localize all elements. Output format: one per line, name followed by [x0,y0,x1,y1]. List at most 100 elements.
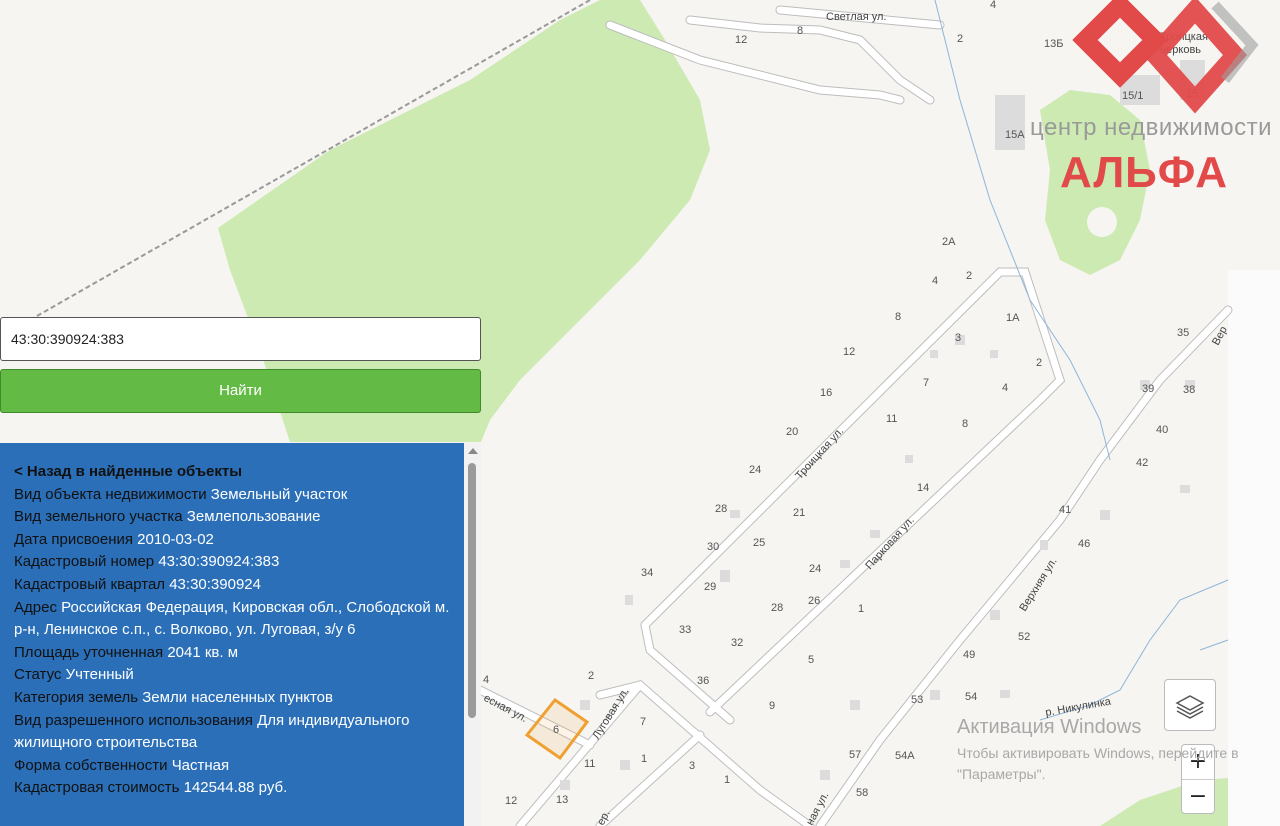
house-number: 30 [707,541,719,553]
house-number: 41 [1059,504,1071,516]
house-number: 25 [753,537,765,549]
windows-activation-watermark: Активация Windows Чтобы активировать Win… [957,716,1239,785]
house-number: 15/1 [1122,90,1143,102]
house-number: 5 [808,654,814,666]
info-value: Землепользование [186,508,321,526]
info-value: 43:30:390924 [169,575,261,593]
house-number: 13Б [1044,38,1063,50]
house-number: 36 [697,675,709,687]
house-number: 4 [1002,382,1008,394]
house-number: 7 [923,377,929,389]
house-number: 35 [1177,327,1189,339]
info-key: Статус [14,666,62,684]
info-value: 2041 кв. м [167,643,239,661]
cadastral-search-input[interactable]: 43:30:390924:383 [0,317,481,361]
info-key: Форма собственности [14,756,168,774]
info-key: Адрес [14,598,57,616]
house-number: 2 [966,270,972,282]
house-number: 2 [1036,357,1042,369]
house-number: 32 [731,637,743,649]
info-key: Вид объекта недвижимости [14,485,207,503]
info-key: Кадастровый номер [14,553,155,571]
zoom-out-button[interactable]: − [1182,780,1214,814]
house-number: 42 [1136,457,1148,469]
info-row: Кадастровый квартал 43:30:390924 [14,574,450,597]
info-value: 142544.88 руб. [183,779,288,797]
house-number: 3 [689,760,695,772]
house-number: 28 [771,602,783,614]
house-number: 4 [483,674,489,686]
info-value: Частная [171,756,230,774]
info-key: Вид земельного участка [14,508,183,526]
house-number: 24 [809,563,821,575]
house-number: 12 [505,795,517,807]
info-row: Вид разрешенного использования Для индив… [14,710,450,755]
house-number: 14 [917,482,929,494]
house-number: 2А [942,236,956,248]
info-key: Дата присвоения [14,530,133,548]
logo-title: АЛЬФА [1060,148,1229,197]
info-row: Кадастровая стоимость 142544.88 руб. [14,777,450,800]
info-row: Форма собственности Частная [14,755,450,778]
house-number: 21 [793,507,805,519]
house-number: 1 [641,753,647,765]
forest-clearing [1087,207,1117,237]
house-number: 16 [820,387,832,399]
house-number: 13 [556,794,568,806]
find-button[interactable]: Найти [0,369,481,413]
info-value: 43:30:390924:383 [158,553,280,571]
house-number: 8 [962,418,968,430]
house-number: 12 [735,34,747,46]
house-number: 12 [843,346,855,358]
house-number: 15А [1005,129,1025,141]
info-key: Категория земель [14,688,139,706]
scroll-up-arrow-icon[interactable] [468,448,478,454]
house-number: 29 [704,581,716,593]
info-value: Земли населенных пунктов [142,688,333,706]
house-number: 26 [808,595,820,607]
house-number: 40 [1156,424,1168,436]
info-key: Кадастровая стоимость [14,779,180,797]
house-number: 54А [895,750,915,762]
house-number: 58 [856,787,868,799]
watermark-title: Активация Windows [957,716,1142,738]
house-number: 3 [955,332,961,344]
info-row: Дата присвоения 2010-03-02 [14,529,450,552]
house-number: 8 [797,25,803,37]
house-number: 46 [1078,538,1090,550]
house-number: 57 [849,749,861,761]
info-row: Кадастровый номер 43:30:390924:383 [14,551,450,574]
house-number: 1 [724,774,730,786]
house-number: 9 [769,700,775,712]
street-label-svetlaya: Светлая ул. [826,11,887,23]
house-number: 4 [932,275,938,287]
scroll-thumb[interactable] [468,463,476,718]
house-number: 2 [957,33,963,45]
info-row: Категория земель Земли населенных пункто… [14,687,450,710]
house-number: 33 [679,624,691,636]
info-key: Площадь уточненная [14,643,164,661]
info-value: Российская Федерация, Кировская обл., Сл… [14,598,450,639]
house-number: 54 [965,691,977,703]
watermark-line-1: Чтобы активировать Windows, перейдите в [957,745,1239,761]
back-to-results-link[interactable]: < Назад в найденные объекты [14,461,450,484]
house-number: 39 [1142,383,1154,395]
house-number: 53 [911,694,923,706]
house-number: 1А [1006,312,1020,324]
panel-scrollbar[interactable] [464,443,481,826]
object-info-panel: < Назад в найденные объекты Вид объекта … [0,443,464,826]
info-value: 2010-03-02 [137,530,214,548]
info-row: Вид земельного участка Землепользование [14,506,450,529]
info-row: Площадь уточненная 2041 кв. м [14,642,450,665]
house-number: 2 [588,670,594,682]
house-number: 11 [584,758,595,770]
house-number: 8 [895,311,901,323]
info-row: Статус Учтенный [14,664,450,687]
info-value: Учтенный [65,666,134,684]
info-row: Вид объекта недвижимости Земельный участ… [14,484,450,507]
house-number: 49 [963,649,975,661]
house-number: 7 [640,716,646,728]
house-number: 28 [715,503,727,515]
house-number: 1 [858,603,864,615]
parcel-number: 6 [553,724,559,736]
